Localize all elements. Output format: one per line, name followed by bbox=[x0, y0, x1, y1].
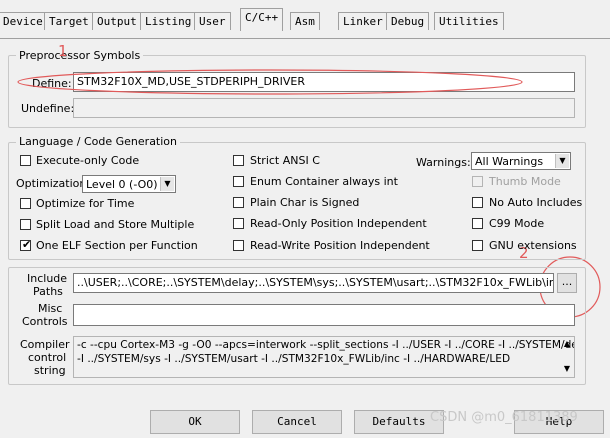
optimize-time-checkbox[interactable] bbox=[20, 198, 31, 209]
split-load-checkbox[interactable] bbox=[20, 219, 31, 230]
no-auto-includes-checkbox[interactable] bbox=[472, 197, 483, 208]
execute-only-checkbox[interactable] bbox=[20, 155, 31, 166]
execute-only-label: Execute-only Code bbox=[36, 154, 140, 167]
misc-label-line1: Misc bbox=[38, 302, 63, 315]
rw-pos-label: Read-Write Position Independent bbox=[250, 239, 430, 252]
rw-pos-checkbox[interactable] bbox=[233, 240, 244, 251]
include-label-line2: Paths bbox=[33, 285, 63, 298]
ro-pos-checkbox[interactable] bbox=[233, 218, 244, 229]
thumb-mode-checkbox[interactable] bbox=[472, 176, 483, 187]
gnu-extensions-checkbox[interactable] bbox=[472, 240, 483, 251]
optimization-label: Optimization: bbox=[16, 177, 91, 190]
compiler-label-line2: control bbox=[28, 351, 67, 364]
no-auto-includes-label: No Auto Includes bbox=[489, 196, 583, 209]
one-elf-checkbox[interactable]: ✔ bbox=[20, 238, 32, 251]
plain-char-label: Plain Char is Signed bbox=[250, 196, 360, 209]
annotation-ellipse-define bbox=[17, 69, 523, 95]
ro-pos-label: Read-Only Position Independent bbox=[250, 217, 427, 230]
optimization-value: Level 0 (-O0) bbox=[86, 178, 158, 191]
one-elf-label: One ELF Section per Function bbox=[36, 239, 198, 252]
c99-mode-label: C99 Mode bbox=[489, 217, 545, 230]
tab-c-cpp[interactable]: C/C++ bbox=[240, 8, 284, 31]
enum-container-label: Enum Container always int bbox=[250, 175, 398, 188]
strict-ansi-checkbox[interactable] bbox=[233, 155, 244, 166]
gnu-extensions-label: GNU extensions bbox=[489, 239, 577, 252]
c99-mode-checkbox[interactable] bbox=[472, 218, 483, 229]
optimization-select[interactable]: Level 0 (-O0) ▼ bbox=[82, 175, 176, 193]
strict-ansi-label: Strict ANSI C bbox=[250, 154, 320, 167]
check-icon: ✔ bbox=[22, 238, 32, 251]
compiler-string-box[interactable]: -c --cpu Cortex-M3 -g -O0 --apcs=interwo… bbox=[73, 336, 575, 378]
watermark: CSDN @m0_61811389 bbox=[430, 410, 578, 425]
misc-controls-field[interactable] bbox=[73, 304, 575, 326]
cancel-button[interactable]: Cancel bbox=[252, 410, 342, 434]
include-label-line1: Include bbox=[27, 272, 68, 285]
ok-button[interactable]: OK bbox=[150, 410, 240, 434]
language-group-title: Language / Code Generation bbox=[16, 135, 181, 148]
scroll-up-icon[interactable]: ▲ bbox=[562, 339, 572, 348]
include-paths-field[interactable]: ..\USER;..\CORE;..\SYSTEM\delay;..\SYSTE… bbox=[73, 273, 554, 293]
warnings-select[interactable]: All Warnings ▼ bbox=[471, 152, 571, 170]
enum-container-checkbox[interactable] bbox=[233, 176, 244, 187]
warnings-value: All Warnings bbox=[475, 155, 544, 168]
scroll-down-icon[interactable]: ▼ bbox=[562, 364, 572, 373]
compiler-label-line1: Compiler bbox=[20, 338, 70, 351]
browse-include-button[interactable]: ... bbox=[557, 273, 577, 293]
chevron-down-icon: ▼ bbox=[555, 154, 569, 168]
chevron-down-icon: ▼ bbox=[160, 177, 174, 191]
optimize-time-label: Optimize for Time bbox=[36, 197, 135, 210]
compiler-label-line3: string bbox=[34, 364, 66, 377]
thumb-mode-label: Thumb Mode bbox=[489, 175, 561, 188]
compiler-string-line2: -I ../SYSTEM/sys -I ../SYSTEM/usart -I .… bbox=[77, 353, 511, 365]
plain-char-checkbox[interactable] bbox=[233, 197, 244, 208]
split-load-label: Split Load and Store Multiple bbox=[36, 218, 195, 231]
compiler-string-line1: -c --cpu Cortex-M3 -g -O0 --apcs=interwo… bbox=[77, 339, 575, 351]
annotation-number-1: 1 bbox=[58, 42, 68, 60]
misc-label-line2: Controls bbox=[22, 315, 68, 328]
warnings-label: Warnings: bbox=[416, 156, 471, 169]
